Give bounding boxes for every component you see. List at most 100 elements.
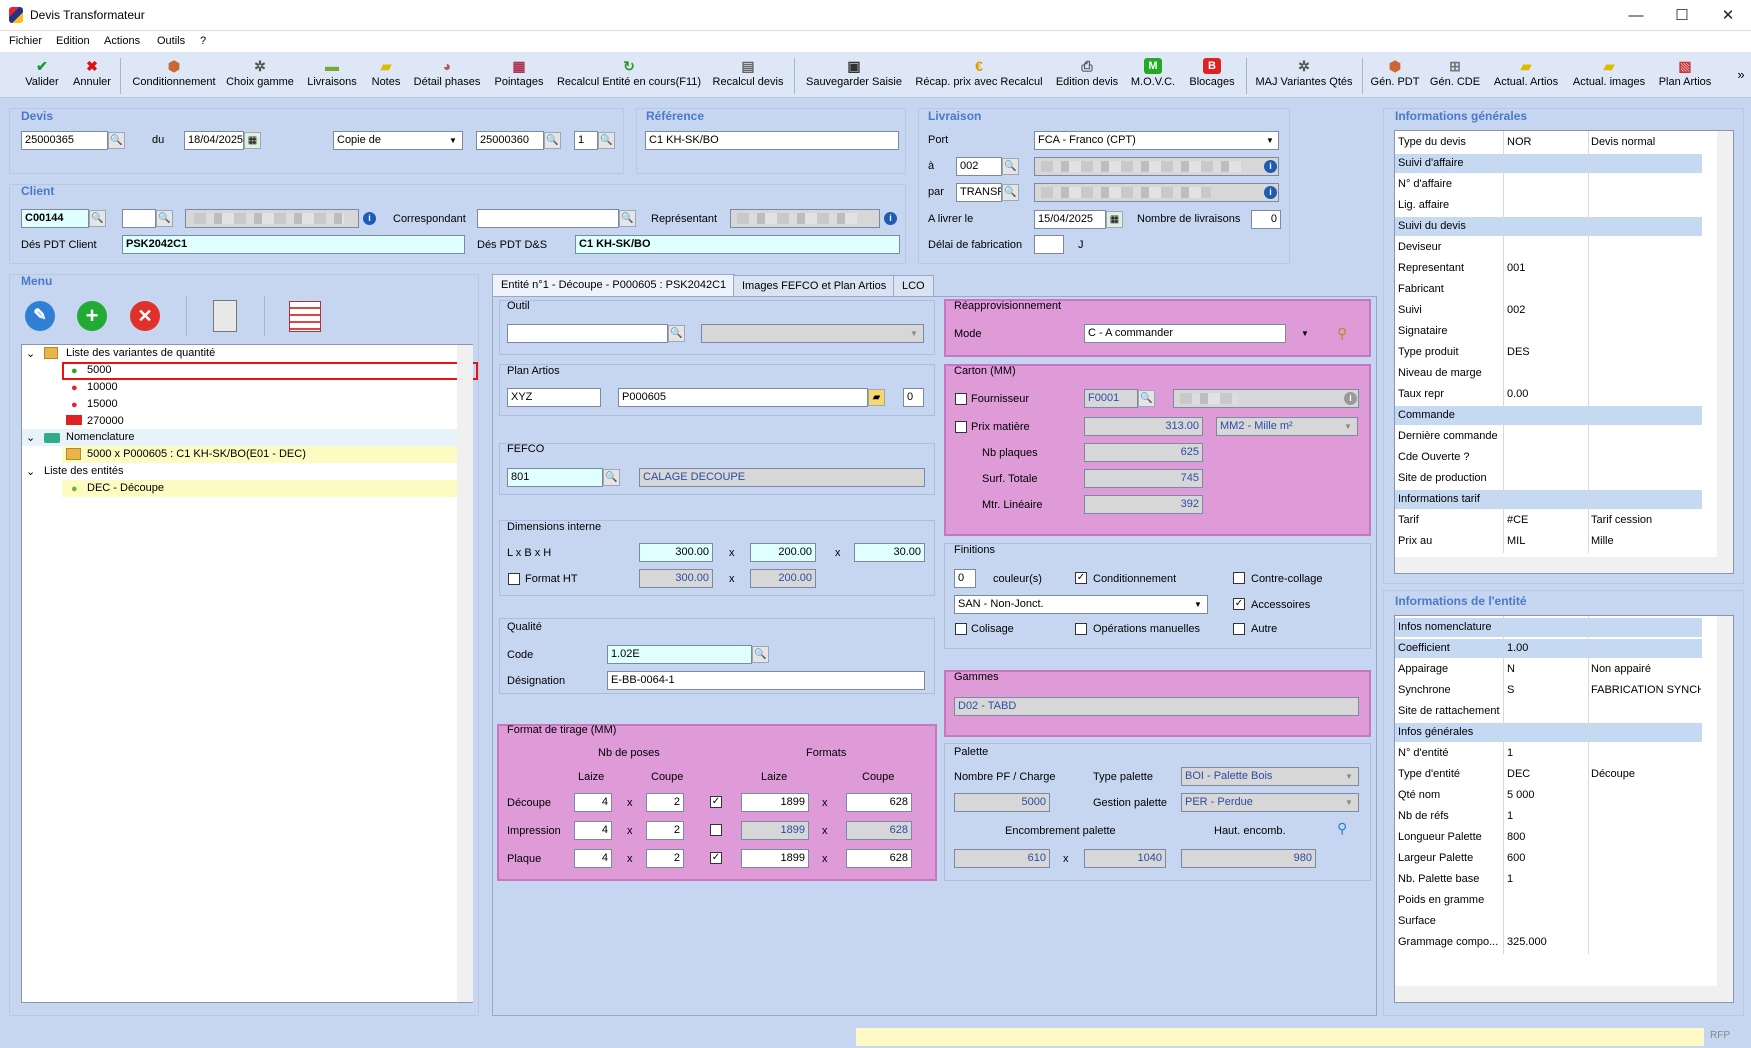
grid-row[interactable]: Niveau de marge: [1395, 364, 1702, 383]
contre-collage-checkbox[interactable]: [1233, 572, 1245, 584]
grid-row[interactable]: Site de production: [1395, 469, 1702, 488]
san-select[interactable]: SAN - Non-Jonct.: [954, 595, 1208, 614]
grid-row[interactable]: Suivi d'affaire: [1395, 154, 1702, 173]
conditionnement-button[interactable]: ⬢ Conditionnement: [132, 52, 216, 98]
add-icon[interactable]: +: [77, 301, 107, 331]
par-search-icon[interactable]: 🔍: [1002, 184, 1019, 201]
qty-270000[interactable]: 270000: [87, 414, 124, 429]
tree-variantes[interactable]: Liste des variantes de quantité: [66, 346, 215, 361]
annuler-button[interactable]: ✖ Annuler: [70, 52, 114, 98]
grid-row[interactable]: Type produit DES: [1395, 343, 1702, 362]
grid-row[interactable]: Suivi du devis: [1395, 217, 1702, 236]
grid-row[interactable]: Prix au MIL Mille: [1395, 532, 1702, 551]
info-icon[interactable]: i: [363, 212, 376, 225]
info-icon[interactable]: i: [1264, 160, 1277, 173]
folder-icon[interactable]: ▰: [868, 389, 885, 406]
grid-row[interactable]: Taux repr 0.00: [1395, 385, 1702, 404]
grid-row[interactable]: Synchrone S FABRICATION SYNCHRONE: [1395, 681, 1702, 700]
tree-entite-item[interactable]: DEC - Découpe: [87, 481, 164, 496]
menu-fichier[interactable]: Fichier: [9, 35, 42, 47]
accessoires-checkbox[interactable]: ✓: [1233, 598, 1245, 610]
grid-row[interactable]: Type d'entité DEC Découpe: [1395, 765, 1702, 784]
expand-icon[interactable]: ⌄: [26, 347, 35, 362]
des-pdt-client-field[interactable]: PSK2042C1: [122, 235, 465, 254]
calculator-icon[interactable]: [213, 300, 237, 332]
fefco-search-icon[interactable]: 🔍: [603, 469, 620, 486]
valider-button[interactable]: ✔ Valider: [22, 52, 62, 98]
grid-row[interactable]: Poids en gramme: [1395, 891, 1702, 910]
chevron-down-icon[interactable]: ▼: [1191, 597, 1205, 612]
designation-field[interactable]: E-BB-0064-1: [607, 671, 925, 690]
grid-row[interactable]: Type du devis NOR Devis normal: [1395, 133, 1702, 152]
correspondant-field[interactable]: [477, 209, 619, 228]
info-icon[interactable]: i: [884, 212, 897, 225]
delai-field[interactable]: [1034, 235, 1064, 254]
devis-date-field[interactable]: 18/04/2025: [184, 131, 244, 150]
tab-entite[interactable]: Entité n°1 - Découpe - P000605 : PSK2042…: [492, 274, 736, 296]
edition-devis-button[interactable]: ⎙ Edition devis: [1054, 52, 1120, 98]
grid-row[interactable]: Surface: [1395, 912, 1702, 931]
pointages-button[interactable]: ▦ Pointages: [492, 52, 546, 98]
grid-row[interactable]: N° d'affaire: [1395, 175, 1702, 194]
recap-prix-button[interactable]: € Récap. prix avec Recalcul: [912, 52, 1046, 98]
plan-artios-ref-field[interactable]: P000605: [618, 388, 868, 407]
plan-artios-num-field[interactable]: 0: [903, 388, 924, 407]
grid-row[interactable]: Commande: [1395, 406, 1702, 425]
recalcul-devis-button[interactable]: ▤ Recalcul devis: [710, 52, 786, 98]
correspondant-search-icon[interactable]: 🔍: [619, 210, 636, 227]
poses-coupe-field[interactable]: 2: [646, 821, 684, 840]
reference-field[interactable]: C1 KH-SK/BO: [645, 131, 899, 150]
grid-row[interactable]: Nb de réfs 1: [1395, 807, 1702, 826]
menu-actions[interactable]: Actions: [104, 35, 140, 47]
actual-artios-button[interactable]: ▰ Actual. Artios: [1490, 52, 1562, 98]
poses-laize-field[interactable]: 4: [574, 793, 612, 812]
grid-row[interactable]: Nb. Palette base 1: [1395, 870, 1702, 889]
qualite-code-field[interactable]: 1.02E: [607, 645, 752, 664]
plan-artios-button[interactable]: ▧ Plan Artios: [1656, 52, 1714, 98]
qty-5000[interactable]: 5000: [87, 363, 111, 378]
minimize-button[interactable]: —: [1613, 0, 1659, 31]
autre-checkbox[interactable]: [1233, 623, 1245, 635]
maximize-button[interactable]: ☐: [1659, 0, 1705, 31]
info-icon[interactable]: i: [1264, 186, 1277, 199]
dim-h-field[interactable]: 30.00: [854, 543, 925, 562]
grid-row[interactable]: Grammage compo... 325.000: [1395, 933, 1702, 952]
grid-scrollbar[interactable]: [1717, 131, 1733, 573]
decoupe-checkbox[interactable]: ✓: [710, 796, 722, 808]
delete-icon[interactable]: ✕: [130, 301, 160, 331]
notes-button[interactable]: ▰ Notes: [369, 52, 403, 98]
tab-images-fefco[interactable]: Images FEFCO et Plan Artios: [733, 275, 896, 297]
index-search-icon[interactable]: 🔍: [598, 132, 615, 149]
calendar-icon[interactable]: ▦: [244, 132, 261, 149]
grid-row[interactable]: Infos générales: [1395, 723, 1702, 742]
format-ht-checkbox[interactable]: [508, 573, 520, 585]
poses-laize-field[interactable]: 4: [574, 849, 612, 868]
toolbar-more-button[interactable]: »: [1734, 52, 1748, 98]
sauvegarder-button[interactable]: ▣ Sauvegarder Saisie: [804, 52, 904, 98]
grid-row[interactable]: Informations tarif: [1395, 490, 1702, 509]
tree-nomen-item[interactable]: 5000 x P000605 : C1 KH-SK/BO(E01 - DEC): [87, 447, 306, 462]
operations-checkbox[interactable]: [1075, 623, 1087, 635]
grid-row[interactable]: Deviseur: [1395, 238, 1702, 257]
grid-hscrollbar[interactable]: [1395, 986, 1717, 1002]
blocages-button[interactable]: B Blocages: [1184, 52, 1240, 98]
mode-select[interactable]: C - A commander: [1084, 324, 1286, 343]
menu-outils[interactable]: Outils: [157, 35, 185, 47]
chevron-down-icon[interactable]: ▼: [1298, 326, 1312, 341]
format-coupe-field[interactable]: 628: [846, 849, 912, 868]
grid-row[interactable]: Coefficient 1.00: [1395, 639, 1702, 658]
grid-hscrollbar[interactable]: [1395, 557, 1717, 573]
couleurs-field[interactable]: 0: [954, 569, 976, 588]
search-icon[interactable]: ⚲: [1337, 820, 1347, 837]
format-laize-field[interactable]: 1899: [741, 849, 809, 868]
grid-row[interactable]: Lig. affaire: [1395, 196, 1702, 215]
a-field[interactable]: 002: [956, 157, 1002, 176]
tree-scrollbar[interactable]: [457, 345, 473, 1002]
devis-number-field[interactable]: 25000365: [21, 131, 108, 150]
client-code-field[interactable]: C00144: [21, 209, 89, 228]
tab-lco[interactable]: LCO: [893, 275, 934, 297]
client-sub-field[interactable]: [122, 209, 156, 228]
nb-livraisons-field[interactable]: 0: [1251, 210, 1281, 229]
des-pdt-ds-field[interactable]: C1 KH-SK/BO: [575, 235, 900, 254]
devis-search-icon[interactable]: 🔍: [108, 132, 125, 149]
